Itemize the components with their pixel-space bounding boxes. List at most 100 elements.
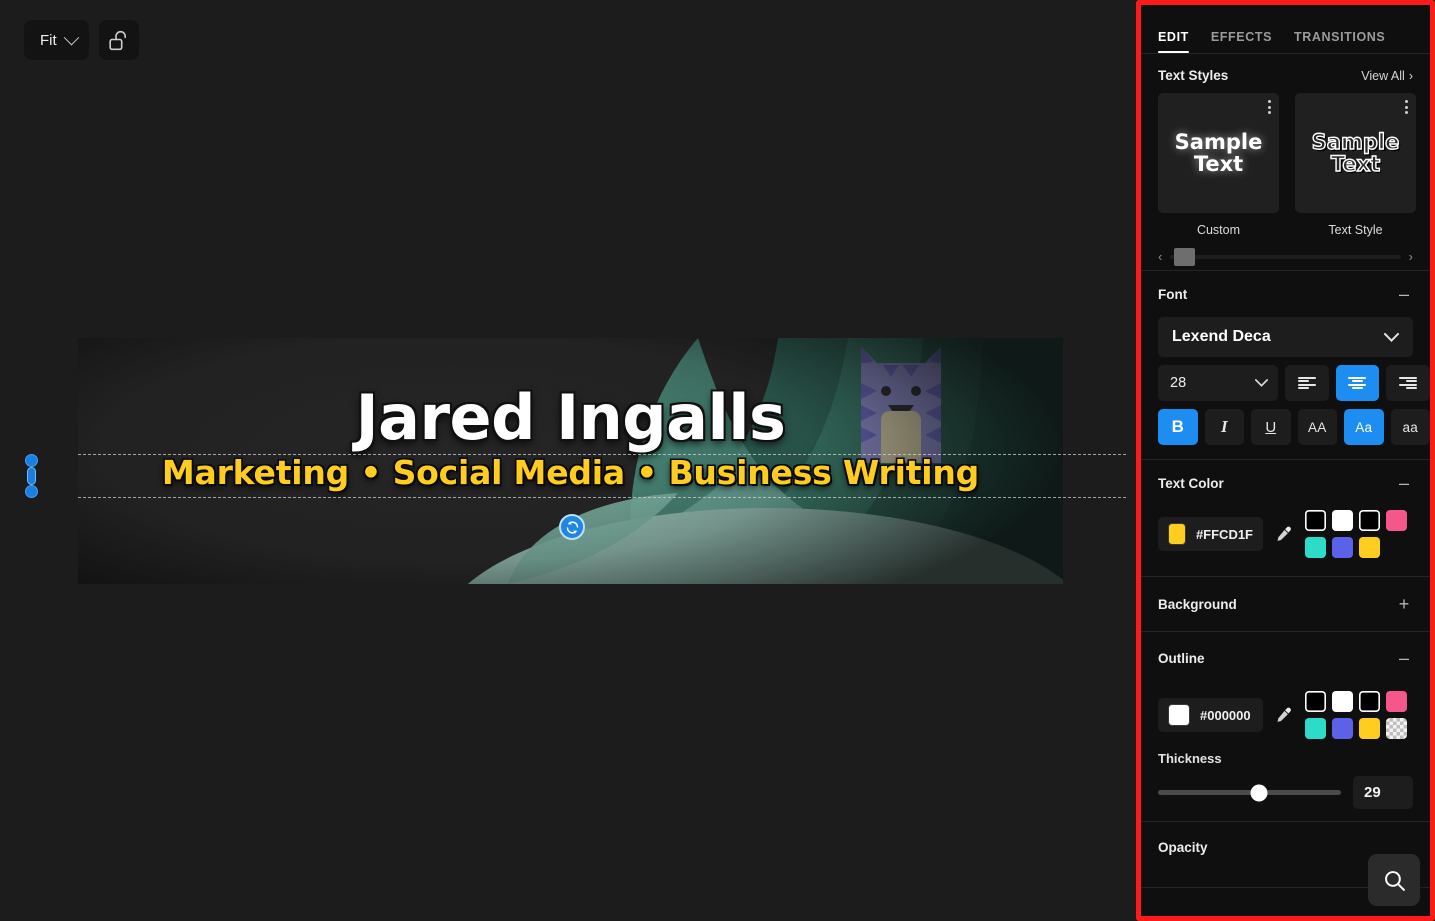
- more-vertical-icon[interactable]: [1268, 100, 1271, 114]
- outline-color-swatch-transparent[interactable]: [1386, 718, 1407, 739]
- text-color-title: Text Color: [1158, 475, 1224, 491]
- rotate-refresh-icon: [566, 520, 578, 534]
- minus-icon[interactable]: –: [1395, 649, 1413, 667]
- outline-section-header: Outline –: [1141, 632, 1430, 677]
- lowercase-label: aa: [1402, 419, 1419, 435]
- lowercase-button[interactable]: aa: [1390, 409, 1430, 445]
- zoom-fit-label: Fit: [40, 31, 57, 49]
- eyedropper-icon: [1277, 707, 1291, 722]
- plus-icon[interactable]: +: [1395, 595, 1413, 613]
- minus-icon[interactable]: –: [1395, 285, 1413, 303]
- text-color-chip: [1168, 523, 1186, 545]
- uppercase-button[interactable]: AA: [1297, 409, 1337, 445]
- canvas-toolbar: Fit: [24, 20, 139, 60]
- chevron-right-icon[interactable]: ›: [1409, 249, 1413, 264]
- outline-color-swatch-6[interactable]: [1332, 718, 1353, 739]
- panel-tabs: EDIT EFFECTS TRANSITIONS: [1141, 5, 1430, 53]
- resize-handle-bottom-left[interactable]: [24, 485, 38, 498]
- uppercase-label: AA: [1307, 419, 1327, 435]
- thickness-value-field[interactable]: 29: [1353, 776, 1413, 809]
- text-styles-scrollbar[interactable]: ‹ ›: [1141, 237, 1430, 270]
- text-style-label-custom: Custom: [1196, 223, 1241, 237]
- outline-color-swatch-4[interactable]: [1386, 691, 1407, 712]
- outline-color-swatch-5[interactable]: [1305, 718, 1326, 739]
- search-icon: [1384, 870, 1405, 891]
- properties-panel-inner: EDIT EFFECTS TRANSITIONS Text Styles Vie…: [1141, 5, 1430, 916]
- bold-label: B: [1171, 417, 1184, 436]
- chevron-left-icon[interactable]: ‹: [1158, 249, 1162, 264]
- text-color-swatch-2[interactable]: [1332, 510, 1353, 531]
- text-color-swatch-5[interactable]: [1305, 537, 1326, 558]
- text-style-preview-custom: Sample Text: [1174, 129, 1263, 176]
- banner-canvas[interactable]: Jared Ingalls Marketing • Social Media •…: [24, 338, 1180, 584]
- search-button[interactable]: [1368, 854, 1420, 906]
- outline-color-hex-field[interactable]: #000000: [1158, 698, 1263, 732]
- view-all-link[interactable]: View All ›: [1361, 69, 1413, 83]
- editor-canvas-area: Fit Jared Ingalls Marketing • Social Med…: [0, 0, 1180, 921]
- text-color-swatch-7[interactable]: [1359, 537, 1380, 558]
- outline-color-eyedropper-button[interactable]: [1273, 706, 1295, 724]
- text-color-swatch-1[interactable]: [1305, 510, 1326, 531]
- text-style-card-textstyle[interactable]: Sample Text Text Style: [1295, 93, 1416, 237]
- text-style-thumb-custom[interactable]: Sample Text: [1158, 93, 1279, 213]
- align-left-icon: [1297, 376, 1316, 390]
- video-editor-app: Fit Jared Ingalls Marketing • Social Med…: [0, 0, 1435, 921]
- resize-handle-middle-left[interactable]: [26, 467, 36, 485]
- tab-transitions[interactable]: TRANSITIONS: [1294, 30, 1385, 53]
- rotate-handle-button[interactable]: [559, 514, 585, 540]
- more-vertical-icon[interactable]: [1405, 100, 1408, 114]
- font-family-dropdown[interactable]: Lexend Deca: [1158, 317, 1413, 357]
- chevron-right-icon: ›: [1408, 68, 1413, 83]
- view-all-label: View All: [1361, 68, 1405, 83]
- unlocked-padlock-button[interactable]: [98, 20, 139, 60]
- outline-color-swatch-2[interactable]: [1332, 691, 1353, 712]
- thickness-slider-knob[interactable]: [1250, 784, 1268, 801]
- font-section-title: Font: [1158, 286, 1188, 302]
- outline-color-swatch-1[interactable]: [1305, 691, 1326, 712]
- titlecase-button[interactable]: Aa: [1344, 409, 1384, 445]
- outline-color-hex-value: #000000: [1200, 707, 1251, 723]
- eyedropper-icon: [1277, 526, 1291, 541]
- scrollbar-thumb[interactable]: [1174, 247, 1196, 266]
- outline-title: Outline: [1158, 650, 1205, 666]
- align-left-button[interactable]: [1284, 365, 1329, 401]
- text-color-hex-value: #FFCD1F: [1195, 526, 1253, 542]
- text-color-swatch-4[interactable]: [1386, 510, 1407, 531]
- outline-color-swatch-3[interactable]: [1359, 691, 1380, 712]
- cat-illustration: [861, 347, 941, 463]
- bold-button[interactable]: B: [1158, 409, 1198, 445]
- text-style-thumb-textstyle[interactable]: Sample Text: [1295, 93, 1416, 213]
- outline-color-swatch-7[interactable]: [1359, 718, 1380, 739]
- text-color-eyedropper-button[interactable]: [1273, 525, 1295, 543]
- font-style-row: B I U AA Aa aa: [1141, 401, 1430, 445]
- background-section-header[interactable]: Background +: [1141, 577, 1430, 631]
- resize-handle-top-left[interactable]: [24, 454, 38, 467]
- text-styles-carousel[interactable]: Sample Text Custom Sample Text Text Styl…: [1141, 93, 1430, 237]
- minus-icon[interactable]: –: [1395, 474, 1413, 492]
- text-styles-title: Text Styles: [1158, 68, 1229, 83]
- text-color-hex-field[interactable]: #FFCD1F: [1158, 517, 1263, 551]
- thickness-slider-track[interactable]: [1158, 784, 1341, 801]
- underline-button[interactable]: U: [1251, 409, 1291, 445]
- font-section-header: Font –: [1141, 271, 1430, 313]
- scrollbar-track[interactable]: [1170, 247, 1401, 266]
- align-right-icon: [1399, 376, 1418, 390]
- unlocked-padlock-icon: [109, 30, 127, 50]
- align-center-button[interactable]: [1335, 365, 1380, 401]
- italic-button[interactable]: I: [1204, 409, 1244, 445]
- font-size-and-align-row: 28: [1141, 357, 1430, 401]
- font-size-dropdown[interactable]: 28: [1158, 365, 1278, 401]
- text-color-swatch-6[interactable]: [1332, 537, 1353, 558]
- text-style-preview-textstyle: Sample Text: [1311, 129, 1400, 176]
- selection-handles-left: [24, 454, 38, 498]
- tab-effects[interactable]: EFFECTS: [1211, 30, 1272, 53]
- align-right-button[interactable]: [1386, 365, 1430, 401]
- italic-label: I: [1220, 417, 1228, 436]
- text-color-swatch-3[interactable]: [1359, 510, 1380, 531]
- titlecase-label: Aa: [1355, 419, 1373, 435]
- text-color-swatches: [1305, 510, 1407, 558]
- text-style-label-textstyle: Text Style: [1328, 223, 1383, 237]
- text-style-card-custom[interactable]: Sample Text Custom: [1158, 93, 1279, 237]
- zoom-fit-dropdown[interactable]: Fit: [24, 20, 89, 60]
- tab-edit[interactable]: EDIT: [1158, 30, 1189, 53]
